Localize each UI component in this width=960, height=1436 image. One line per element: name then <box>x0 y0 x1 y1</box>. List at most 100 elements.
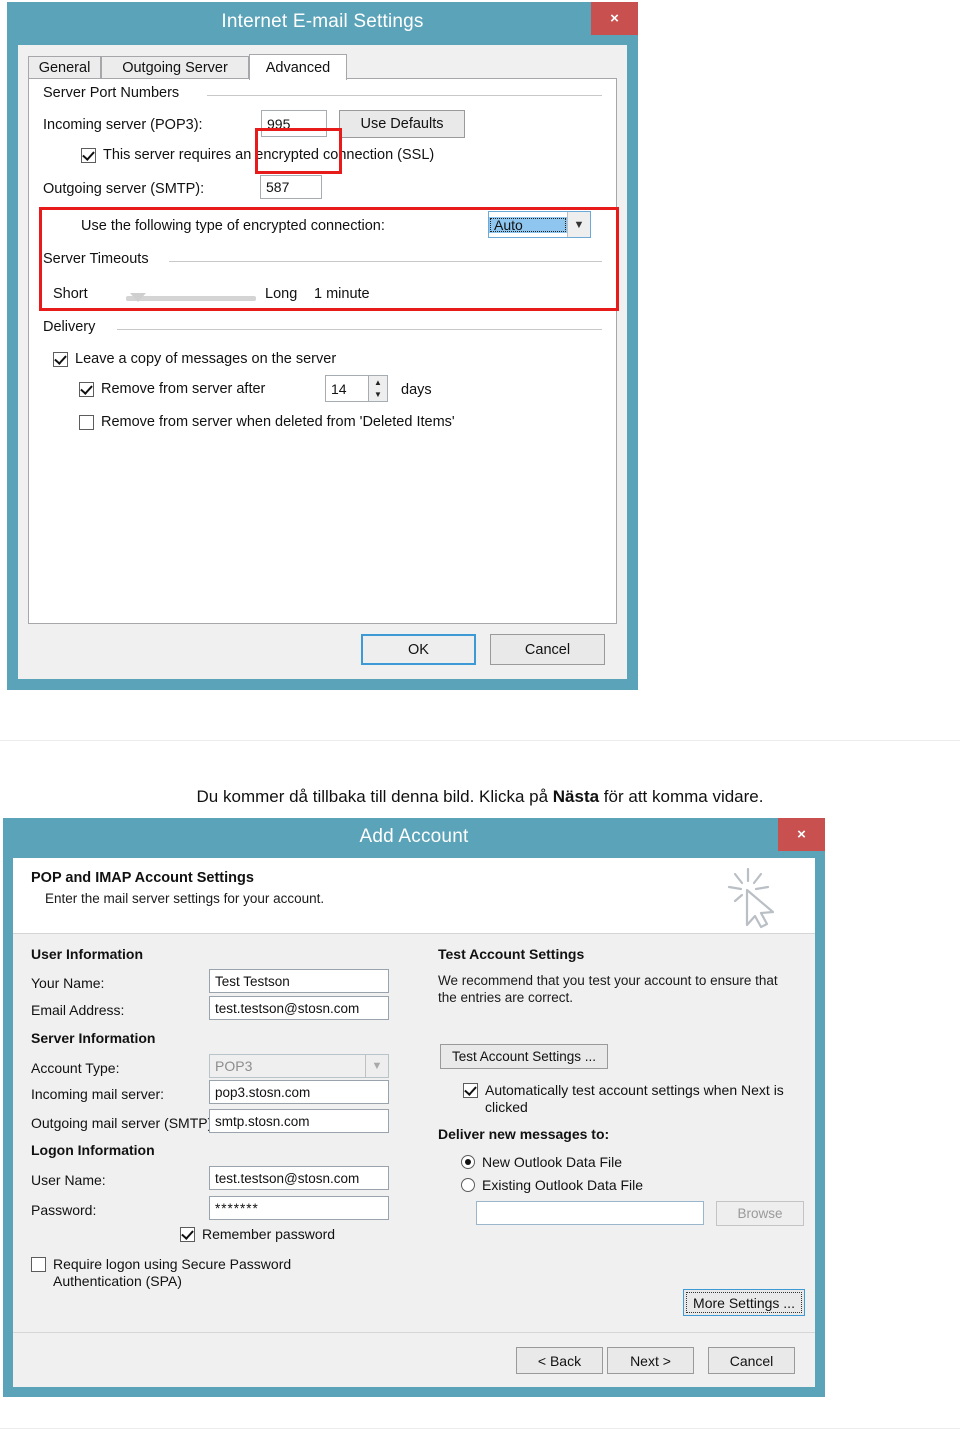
cancel-button[interactable]: Cancel <box>490 634 605 665</box>
stepper-up-icon[interactable]: ▲ <box>369 376 387 389</box>
caption-part2: för att komma vidare. <box>599 787 764 806</box>
remove-when-deleted-checkbox-label: Remove from server when deleted from 'De… <box>101 414 455 430</box>
remove-when-deleted-checkbox[interactable]: Remove from server when deleted from 'De… <box>79 414 455 431</box>
ssl-checkbox-box[interactable] <box>81 148 96 163</box>
group-label-delivery: Delivery <box>43 319 102 335</box>
dialog1-body: General Outgoing Server Advanced Server … <box>18 45 627 679</box>
incoming-mail-server-input[interactable]: pop3.stosn.com <box>209 1080 389 1104</box>
spa-checkbox-box[interactable] <box>31 1257 46 1272</box>
use-defaults-button[interactable]: Use Defaults <box>339 110 465 138</box>
radio-existing-outlook-data-file[interactable]: Existing Outlook Data File <box>461 1177 643 1193</box>
deliver-messages-label: Deliver new messages to: <box>438 1126 610 1142</box>
auto-test-checkbox[interactable]: Automatically test account settings when… <box>463 1082 793 1116</box>
radio-new-outlook-data-file[interactable]: New Outlook Data File <box>461 1154 622 1170</box>
back-button[interactable]: < Back <box>516 1347 603 1374</box>
timeout-long-label: Long <box>265 286 298 302</box>
section-user-information: User Information <box>31 946 144 962</box>
spa-checkbox-label: Require logon using Secure Password Auth… <box>53 1256 292 1289</box>
test-account-help-text: We recommend that you test your account … <box>438 973 778 1005</box>
click-cursor-icon <box>727 867 775 929</box>
leave-copy-checkbox-label: Leave a copy of messages on the server <box>75 351 337 367</box>
instruction-caption: Du kommer då tillbaka till denna bild. K… <box>0 787 960 807</box>
group-rule-server-timeouts <box>169 261 602 262</box>
outgoing-mail-server-label: Outgoing mail server (SMTP): <box>31 1115 217 1131</box>
remove-after-days-stepper[interactable]: ▲ ▼ <box>369 375 388 402</box>
dialog1-tabstrip: General Outgoing Server Advanced <box>28 54 617 80</box>
remember-password-checkbox[interactable]: Remember password <box>180 1226 335 1243</box>
remember-password-checkbox-box[interactable] <box>180 1227 195 1242</box>
leave-copy-checkbox-box[interactable] <box>53 352 68 367</box>
leave-copy-checkbox[interactable]: Leave a copy of messages on the server <box>53 351 336 368</box>
outgoing-port-input[interactable]: 587 <box>260 175 322 199</box>
dialog2-header-subtitle: Enter the mail server settings for your … <box>45 891 325 906</box>
auto-test-checkbox-box[interactable] <box>463 1083 478 1098</box>
email-address-label: Email Address: <box>31 1002 125 1018</box>
user-name-input[interactable]: test.testson@stosn.com <box>209 1166 389 1190</box>
group-label-server-port-numbers: Server Port Numbers <box>43 85 186 101</box>
test-account-settings-button[interactable]: Test Account Settings ... <box>440 1044 608 1069</box>
ssl-checkbox[interactable]: This server requires an encrypted connec… <box>81 147 434 164</box>
days-label: days <box>401 382 432 398</box>
close-icon[interactable]: × <box>778 818 825 851</box>
encrypted-connection-label: Use the following type of encrypted conn… <box>81 218 385 234</box>
incoming-port-input[interactable]: 995 <box>261 110 327 137</box>
dialog1-titlebar: Internet E-mail Settings × <box>7 2 638 42</box>
remember-password-checkbox-label: Remember password <box>202 1226 336 1242</box>
chevron-down-icon[interactable]: ▼ <box>365 1055 388 1077</box>
dialog2-header-band: POP and IMAP Account Settings Enter the … <box>13 858 815 934</box>
chevron-down-icon[interactable]: ▼ <box>567 212 590 237</box>
encryption-type-value: Auto <box>489 216 567 233</box>
remove-after-checkbox-box[interactable] <box>79 382 94 397</box>
email-address-input[interactable]: test.testson@stosn.com <box>209 996 389 1020</box>
password-input[interactable]: ******* <box>209 1196 389 1220</box>
close-icon[interactable]: × <box>591 2 638 35</box>
existing-data-file-input[interactable] <box>476 1201 704 1225</box>
timeout-short-label: Short <box>53 286 88 302</box>
page-rule-top <box>0 740 960 741</box>
advanced-tab-panel: Server Port Numbers Incoming server (POP… <box>28 78 617 624</box>
caption-part1: Du kommer då tillbaka till denna bild. K… <box>196 787 553 806</box>
outgoing-mail-server-input[interactable]: smtp.stosn.com <box>209 1109 389 1133</box>
account-type-value: POP3 <box>215 1058 253 1074</box>
more-settings-button[interactable]: More Settings ... <box>683 1289 805 1316</box>
dialog2-header-title: POP and IMAP Account Settings <box>31 870 254 886</box>
ok-button[interactable]: OK <box>361 634 476 665</box>
tab-outgoing-server[interactable]: Outgoing Server <box>101 56 249 79</box>
next-button[interactable]: Next > <box>607 1347 694 1374</box>
timeout-slider-thumb[interactable] <box>130 293 146 302</box>
user-name-label: User Name: <box>31 1172 106 1188</box>
stepper-down-icon[interactable]: ▼ <box>369 389 387 402</box>
internet-email-settings-dialog: Internet E-mail Settings × General Outgo… <box>7 2 638 690</box>
group-rule-server-port-numbers <box>207 95 602 96</box>
auto-test-checkbox-label: Automatically test account settings when… <box>485 1082 784 1115</box>
dialog2-form-area: User Information Your Name: Test Testson… <box>13 934 815 1333</box>
section-test-account-settings: Test Account Settings <box>438 946 585 962</box>
outgoing-server-label: Outgoing server (SMTP): <box>43 181 205 197</box>
radio-new-dot[interactable] <box>461 1155 475 1169</box>
your-name-input[interactable]: Test Testson <box>209 969 389 993</box>
remove-after-checkbox-label: Remove from server after <box>101 381 266 397</box>
remove-after-days-input[interactable]: 14 <box>325 375 369 402</box>
ssl-checkbox-label: This server requires an encrypted connec… <box>103 147 435 163</box>
page-rule-bottom <box>0 1428 960 1429</box>
incoming-mail-server-label: Incoming mail server: <box>31 1086 165 1102</box>
radio-new-label: New Outlook Data File <box>482 1154 623 1170</box>
caption-bold: Nästa <box>552 787 600 806</box>
account-type-select[interactable]: POP3 ▼ <box>209 1054 389 1078</box>
dialog2-titlebar: Add Account × <box>3 818 825 856</box>
cancel-button[interactable]: Cancel <box>708 1347 795 1374</box>
section-logon-information: Logon Information <box>31 1142 155 1158</box>
remove-after-checkbox[interactable]: Remove from server after <box>79 381 265 398</box>
dialog2-body: POP and IMAP Account Settings Enter the … <box>13 858 815 1387</box>
encryption-type-select[interactable]: Auto ▼ <box>488 211 591 238</box>
account-type-label: Account Type: <box>31 1060 120 1076</box>
your-name-label: Your Name: <box>31 975 105 991</box>
incoming-server-label: Incoming server (POP3): <box>43 117 203 133</box>
remove-when-deleted-checkbox-box[interactable] <box>79 415 94 430</box>
spa-checkbox[interactable]: Require logon using Secure Password Auth… <box>31 1256 381 1290</box>
dialog1-title: Internet E-mail Settings <box>221 11 424 32</box>
browse-button[interactable]: Browse <box>716 1201 804 1226</box>
radio-existing-dot[interactable] <box>461 1178 475 1192</box>
tab-general[interactable]: General <box>28 56 101 79</box>
tab-advanced[interactable]: Advanced <box>249 54 347 80</box>
